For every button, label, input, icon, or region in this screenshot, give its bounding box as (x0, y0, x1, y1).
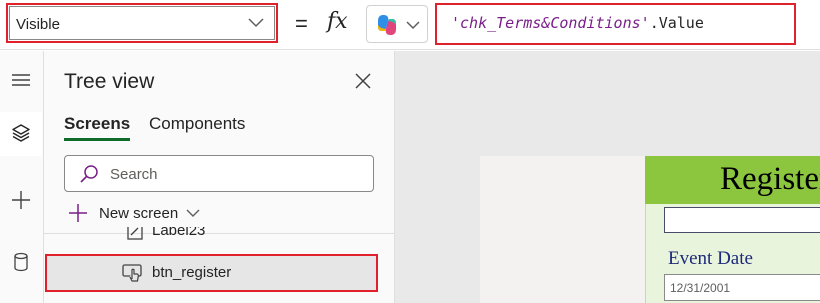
chevron-down-icon (406, 21, 420, 30)
formula-property: .Value (649, 14, 704, 32)
close-icon[interactable] (354, 72, 372, 90)
tree-item-btn-register[interactable]: btn_register (45, 254, 378, 292)
property-value: Visible (16, 16, 60, 33)
tree-view-panel: Tree view Screens Components Search New … (44, 51, 395, 303)
tree-item-label23[interactable]: Label23 (44, 227, 394, 244)
fx-icon[interactable]: fx (327, 9, 348, 34)
tab-screens[interactable]: Screens (64, 114, 131, 141)
copilot-button[interactable] (366, 5, 428, 43)
panel-title: Tree view (64, 70, 155, 93)
tree-view-button[interactable] (0, 112, 42, 156)
formula-text: 'chk_Terms&Conditions'.Value (451, 14, 704, 32)
search-icon (80, 165, 98, 183)
menu-button[interactable] (0, 59, 42, 103)
copilot-icon (378, 15, 396, 35)
button-icon (122, 264, 142, 282)
database-icon (14, 252, 28, 272)
chevron-down-icon (186, 209, 200, 217)
hamburger-icon (12, 74, 30, 86)
tab-components[interactable]: Components (149, 114, 245, 134)
form-title: Register (720, 161, 820, 197)
formula-string: 'chk_Terms&Conditions' (451, 14, 650, 32)
plus-icon (69, 204, 87, 222)
left-rail (0, 51, 44, 303)
layers-icon (12, 124, 30, 142)
label-icon (127, 227, 143, 240)
date-value: 12/31/2001 (670, 281, 731, 295)
data-button[interactable] (0, 241, 42, 285)
form-body: Event Date 12/31/2001 (645, 204, 820, 303)
plus-icon (12, 191, 30, 209)
name-text-input[interactable] (664, 207, 820, 233)
chevron-down-icon (248, 18, 264, 28)
screen-preview: Register Event Date 12/31/2001 (480, 156, 820, 303)
insert-button[interactable] (0, 179, 42, 223)
event-date-label[interactable]: Event Date (668, 248, 753, 270)
date-picker[interactable]: 12/31/2001 (664, 274, 820, 301)
search-input[interactable]: Search (64, 155, 374, 192)
tree-item-text: Label23 (152, 227, 206, 239)
tree-item-text: btn_register (152, 264, 232, 281)
design-canvas: Register Event Date 12/31/2001 (395, 51, 820, 303)
new-screen-label: New screen (99, 205, 179, 222)
form-header[interactable]: Register (645, 156, 820, 204)
equals-sign: = (295, 11, 308, 36)
property-dropdown[interactable]: Visible (6, 3, 278, 43)
search-placeholder: Search (110, 166, 158, 183)
formula-input[interactable]: 'chk_Terms&Conditions'.Value (435, 3, 796, 45)
